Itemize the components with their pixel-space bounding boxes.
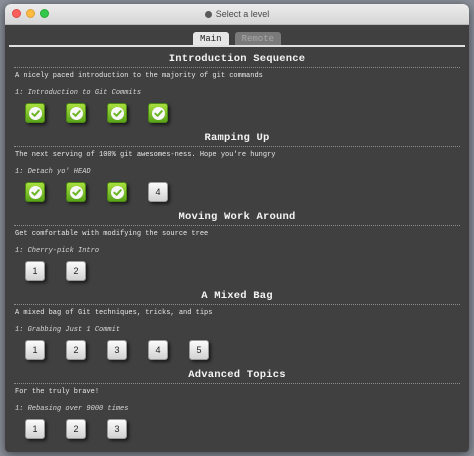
level-select-window: Select a level Main Remote Introduction … bbox=[5, 4, 469, 452]
sequence-section: Moving Work Around Get comfortable with m… bbox=[14, 205, 460, 284]
sequence-title: Moving Work Around bbox=[178, 211, 296, 223]
level-button-completed[interactable] bbox=[66, 103, 86, 123]
sequence-title: Ramping Up bbox=[204, 132, 270, 144]
sequence-section: Ramping Up The next serving of 100% git a… bbox=[14, 126, 460, 205]
tab-bar: Main Remote bbox=[9, 25, 465, 47]
level-button-completed[interactable] bbox=[25, 182, 45, 202]
sequence-divider bbox=[14, 146, 460, 147]
checkmark-icon bbox=[28, 185, 42, 199]
level-button-completed[interactable] bbox=[107, 182, 127, 202]
checkmark-icon bbox=[69, 106, 83, 120]
sequence-title: Advanced Topics bbox=[188, 369, 286, 381]
level-button[interactable]: 2 bbox=[66, 261, 86, 281]
level-button-completed[interactable] bbox=[107, 103, 127, 123]
window-title-group: Select a level bbox=[204, 9, 270, 19]
sequence-section: A Mixed Bag A mixed bag of Git techniques… bbox=[14, 284, 460, 363]
window-controls bbox=[12, 9, 49, 18]
checkmark-icon bbox=[69, 185, 83, 199]
level-button-completed[interactable] bbox=[66, 182, 86, 202]
level-button[interactable]: 3 bbox=[107, 419, 127, 439]
level-button-row: 1 2 3 bbox=[25, 419, 127, 439]
checkmark-icon bbox=[110, 185, 124, 199]
level-button-completed[interactable] bbox=[148, 103, 168, 123]
level-button-row: 1 2 3 4 5 bbox=[25, 340, 209, 360]
sequence-divider bbox=[14, 383, 460, 384]
checkmark-icon bbox=[28, 106, 42, 120]
sequence-description: Get comfortable with modifying the sourc… bbox=[15, 230, 209, 238]
level-button[interactable]: 4 bbox=[148, 340, 168, 360]
sequence-title: Introduction Sequence bbox=[168, 53, 306, 65]
level-button-row: 4 bbox=[25, 182, 168, 202]
level-button[interactable]: 2 bbox=[66, 340, 86, 360]
sequence-description: A mixed bag of Git techniques, tricks, a… bbox=[15, 309, 213, 317]
sequence-section: Introduction Sequence A nicely paced intr… bbox=[14, 47, 460, 126]
title-bar: Select a level bbox=[5, 4, 469, 25]
level-button[interactable]: 1 bbox=[25, 419, 45, 439]
level-button[interactable]: 4 bbox=[148, 182, 168, 202]
tab-main[interactable]: Main bbox=[192, 32, 229, 45]
selected-level-name: 1: Detach yo' HEAD bbox=[15, 168, 91, 176]
level-button[interactable]: 1 bbox=[25, 261, 45, 281]
checkmark-icon bbox=[151, 106, 165, 120]
sequence-divider bbox=[14, 304, 460, 305]
level-button[interactable]: 3 bbox=[107, 340, 127, 360]
level-button[interactable]: 5 bbox=[189, 340, 209, 360]
sequence-section: Advanced Topics For the truly brave! 1: Re… bbox=[14, 363, 460, 442]
close-window-button[interactable] bbox=[12, 9, 21, 18]
sequence-description: For the truly brave! bbox=[15, 388, 100, 396]
window-title: Select a level bbox=[215, 9, 270, 19]
level-button[interactable]: 2 bbox=[66, 419, 86, 439]
gear-icon bbox=[204, 10, 212, 18]
selected-level-name: 1: Introduction to Git Commits bbox=[15, 89, 142, 97]
checkmark-icon bbox=[110, 106, 124, 120]
selected-level-name: 1: Grabbing Just 1 Commit bbox=[15, 326, 121, 334]
selected-level-name: 1: Rebasing over 9000 times bbox=[15, 405, 129, 413]
tab-remote[interactable]: Remote bbox=[234, 32, 281, 45]
level-button[interactable]: 1 bbox=[25, 340, 45, 360]
sequence-list: Introduction Sequence A nicely paced intr… bbox=[5, 47, 469, 442]
level-button-completed[interactable] bbox=[25, 103, 45, 123]
sequence-divider bbox=[14, 225, 460, 226]
sequence-divider bbox=[14, 67, 460, 68]
level-button-row bbox=[25, 103, 168, 123]
minimize-window-button[interactable] bbox=[26, 9, 35, 18]
selected-level-name: 1: Cherry-pick Intro bbox=[15, 247, 100, 255]
sequence-description: The next serving of 100% git awesomes-ne… bbox=[15, 151, 276, 159]
sequence-description: A nicely paced introduction to the major… bbox=[15, 72, 263, 80]
level-button-row: 12 bbox=[25, 261, 86, 281]
sequence-title: A Mixed Bag bbox=[201, 290, 273, 302]
maximize-window-button[interactable] bbox=[40, 9, 49, 18]
